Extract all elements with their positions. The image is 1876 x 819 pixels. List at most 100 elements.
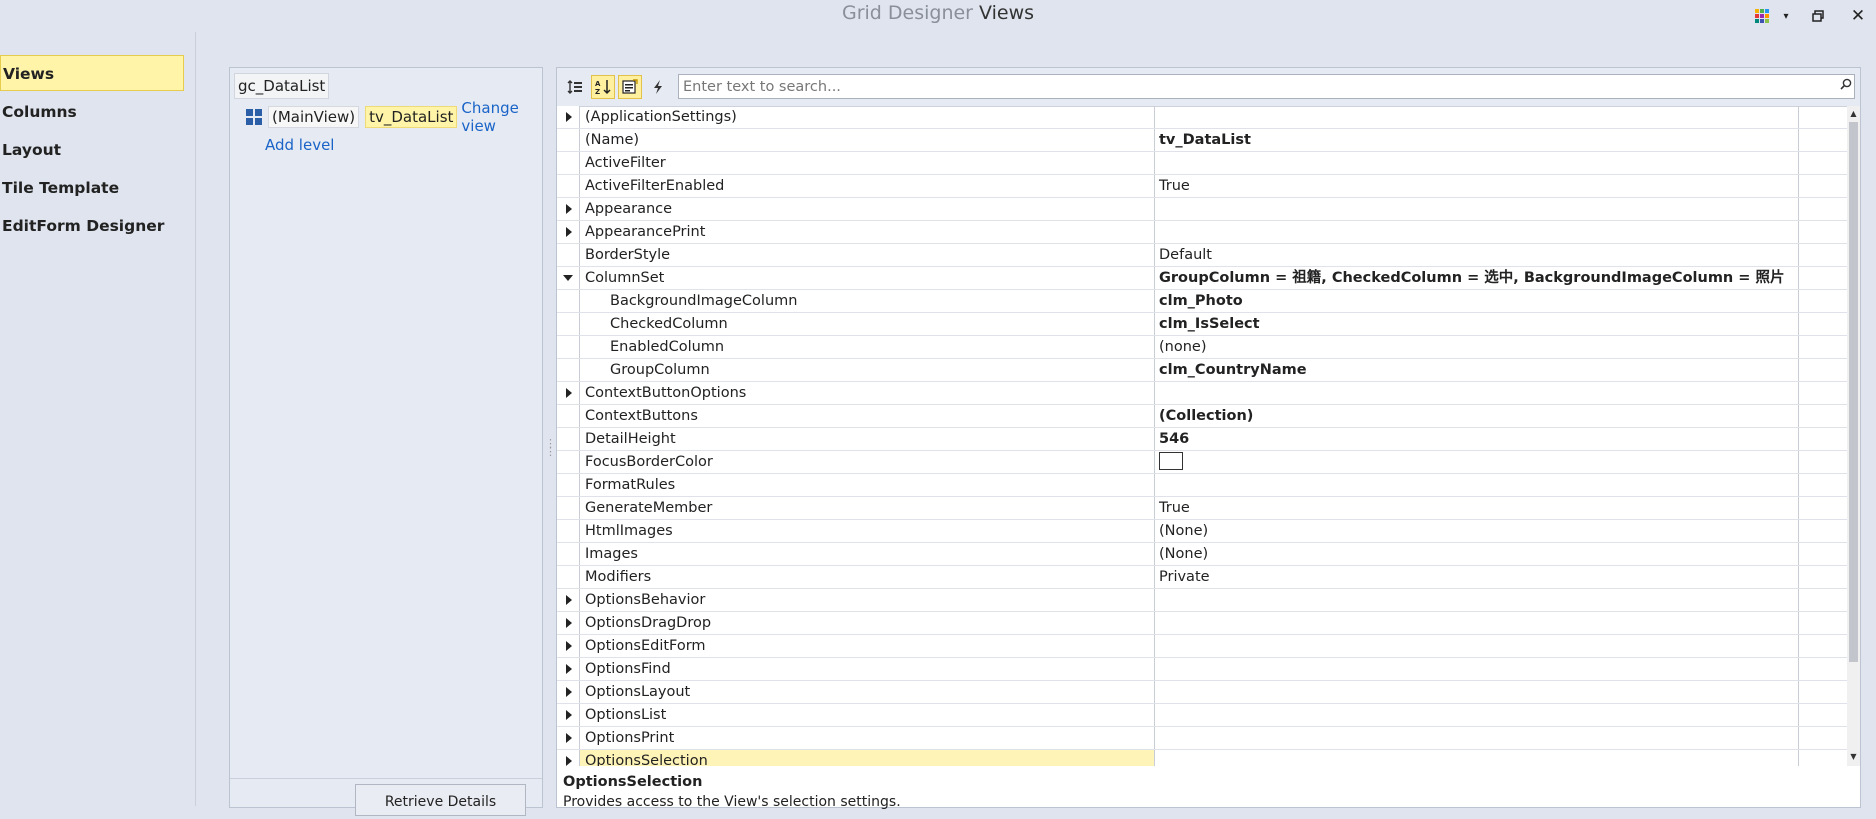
expand-toggle[interactable] — [557, 612, 579, 634]
expand-toggle[interactable] — [557, 221, 579, 243]
property-row[interactable]: OptionsFind — [557, 658, 1847, 681]
collapse-arrow-icon[interactable] — [563, 275, 573, 281]
property-row[interactable]: DetailHeight 546 — [557, 428, 1847, 451]
property-row[interactable]: OptionsLayout — [557, 681, 1847, 704]
grid-control-node[interactable]: gc_DataList — [234, 73, 330, 99]
property-name[interactable]: ActiveFilter — [579, 152, 1155, 174]
expand-toggle[interactable] — [557, 704, 579, 726]
property-value[interactable]: True — [1155, 497, 1799, 519]
nav-item-editform-designer[interactable]: EditForm Designer — [0, 208, 184, 244]
property-value[interactable]: clm_CountryName — [1155, 359, 1799, 381]
property-name[interactable]: OptionsLayout — [579, 681, 1155, 703]
property-value[interactable]: (Collection) — [1155, 405, 1799, 427]
property-value[interactable]: (None) — [1155, 520, 1799, 542]
property-row[interactable]: Images (None) — [557, 543, 1847, 566]
property-row[interactable]: (Name) tv_DataList — [557, 129, 1847, 152]
expand-arrow-icon[interactable] — [566, 388, 572, 398]
property-value[interactable] — [1155, 451, 1799, 473]
property-value[interactable] — [1155, 221, 1799, 243]
property-row[interactable]: HtmlImages (None) — [557, 520, 1847, 543]
property-name[interactable]: OptionsPrint — [579, 727, 1155, 749]
property-value[interactable]: (none) — [1155, 336, 1799, 358]
restore-icon[interactable] — [1808, 5, 1828, 27]
categorized-sort-icon[interactable] — [563, 75, 587, 99]
property-row[interactable]: EnabledColumn (none) — [557, 336, 1847, 359]
property-name[interactable]: ColumnSet — [579, 267, 1155, 289]
main-view-label[interactable]: (MainView) — [268, 106, 360, 128]
nav-item-columns[interactable]: Columns — [0, 94, 184, 130]
property-name[interactable]: (ApplicationSettings) — [579, 106, 1155, 128]
property-row[interactable]: BackgroundImageColumn clm_Photo — [557, 290, 1847, 313]
property-name[interactable]: BackgroundImageColumn — [579, 290, 1155, 312]
property-name[interactable]: ContextButtonOptions — [579, 382, 1155, 404]
property-row[interactable]: OptionsList — [557, 704, 1847, 727]
property-value[interactable] — [1155, 589, 1799, 611]
expand-toggle[interactable] — [557, 635, 579, 657]
property-row[interactable]: ContextButtons (Collection) — [557, 405, 1847, 428]
property-value[interactable] — [1155, 681, 1799, 703]
property-value[interactable] — [1155, 152, 1799, 174]
property-name[interactable]: ActiveFilterEnabled — [579, 175, 1155, 197]
property-row[interactable]: BorderStyle Default — [557, 244, 1847, 267]
property-name[interactable]: OptionsList — [579, 704, 1155, 726]
property-value[interactable] — [1155, 382, 1799, 404]
property-name[interactable]: BorderStyle — [579, 244, 1155, 266]
scroll-up-icon[interactable]: ▲ — [1847, 107, 1860, 121]
property-value[interactable] — [1155, 704, 1799, 726]
property-row[interactable]: Modifiers Private — [557, 566, 1847, 589]
property-row[interactable]: GenerateMember True — [557, 497, 1847, 520]
property-value[interactable]: clm_IsSelect — [1155, 313, 1799, 335]
color-swatch[interactable] — [1159, 452, 1183, 470]
expand-arrow-icon[interactable] — [566, 664, 572, 674]
property-value[interactable]: Default — [1155, 244, 1799, 266]
property-name[interactable]: (Name) — [579, 129, 1155, 151]
property-row[interactable]: (ApplicationSettings) — [557, 106, 1847, 129]
search-icon[interactable] — [1840, 78, 1852, 94]
add-level-link[interactable]: Add level — [265, 136, 334, 154]
expand-arrow-icon[interactable] — [566, 641, 572, 651]
property-row[interactable]: OptionsDragDrop — [557, 612, 1847, 635]
property-name[interactable]: Appearance — [579, 198, 1155, 220]
property-name[interactable]: OptionsBehavior — [579, 589, 1155, 611]
property-name[interactable]: FocusBorderColor — [579, 451, 1155, 473]
expand-arrow-icon[interactable] — [566, 687, 572, 697]
property-row[interactable]: FocusBorderColor — [557, 451, 1847, 474]
close-icon[interactable]: ✕ — [1848, 5, 1868, 27]
vertical-scrollbar[interactable]: ▲ ▼ — [1847, 106, 1860, 766]
palette-icon[interactable] — [1752, 5, 1772, 27]
property-row[interactable]: AppearancePrint — [557, 221, 1847, 244]
splitter-handle[interactable]: ⋮ ⋮ — [545, 438, 556, 466]
property-name[interactable]: CheckedColumn — [579, 313, 1155, 335]
retrieve-details-button[interactable]: Retrieve Details — [355, 784, 526, 816]
property-row[interactable]: OptionsEditForm — [557, 635, 1847, 658]
property-value[interactable]: True — [1155, 175, 1799, 197]
property-value[interactable] — [1155, 635, 1799, 657]
property-value[interactable]: tv_DataList — [1155, 129, 1799, 151]
property-row[interactable]: OptionsBehavior — [557, 589, 1847, 612]
property-row[interactable]: ContextButtonOptions — [557, 382, 1847, 405]
property-value[interactable]: GroupColumn = 祖籍, CheckedColumn = 选中, Ba… — [1155, 267, 1799, 289]
expand-arrow-icon[interactable] — [566, 595, 572, 605]
property-value[interactable] — [1155, 658, 1799, 680]
expand-arrow-icon[interactable] — [566, 204, 572, 214]
property-value[interactable]: 546 — [1155, 428, 1799, 450]
property-search-input[interactable] — [678, 74, 1855, 99]
expand-toggle[interactable] — [557, 198, 579, 220]
property-value[interactable] — [1155, 106, 1799, 128]
expand-toggle[interactable] — [557, 727, 579, 749]
scrollbar-thumb[interactable] — [1849, 122, 1858, 662]
expand-toggle[interactable] — [557, 658, 579, 680]
expand-arrow-icon[interactable] — [566, 756, 572, 766]
property-name[interactable]: EnabledColumn — [579, 336, 1155, 358]
events-lightning-icon[interactable] — [646, 75, 670, 99]
property-name[interactable]: AppearancePrint — [579, 221, 1155, 243]
property-name[interactable]: GroupColumn — [579, 359, 1155, 381]
property-value[interactable] — [1155, 198, 1799, 220]
property-row[interactable]: Appearance — [557, 198, 1847, 221]
property-name[interactable]: FormatRules — [579, 474, 1155, 496]
expand-arrow-icon[interactable] — [566, 112, 572, 122]
property-value[interactable] — [1155, 727, 1799, 749]
expand-toggle[interactable] — [557, 382, 579, 404]
property-name[interactable]: OptionsFind — [579, 658, 1155, 680]
property-name[interactable]: Images — [579, 543, 1155, 565]
